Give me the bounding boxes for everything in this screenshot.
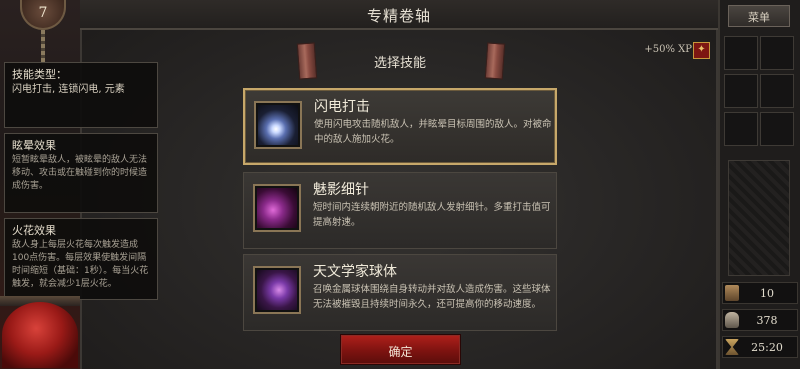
kill-counter: 378 <box>722 309 798 331</box>
gold-value: 10 <box>760 287 774 300</box>
health-orb-icon <box>2 302 78 368</box>
skill-type-panel: 技能类型： 闪电打击, 连锁闪电, 元素 <box>4 62 158 128</box>
inventory-slot[interactable] <box>724 74 758 108</box>
skill-type-title: 技能类型： <box>12 68 67 81</box>
spark-effect-panel: 火花效果 敌人身上每层火花每次触发造成100点伤害。每层效果使触发间隔时间缩短（… <box>4 218 158 300</box>
skill-name: 魅影细针 <box>313 182 369 198</box>
spark-effect-body: 敌人身上每层火花每次触发造成100点伤害。每层效果使触发间隔时间缩短（基础：1秒… <box>12 240 149 289</box>
equipment-panel <box>728 160 790 276</box>
xp-tome-icon[interactable]: ✦ <box>693 42 710 59</box>
skull-icon <box>725 312 739 328</box>
gold-counter: 10 <box>722 282 798 304</box>
skill-card-phantom-needles[interactable]: 魅影细针 短时间内连续朝附近的随机敌人发射细针。多重打击值可提高射速。 <box>243 172 557 249</box>
inventory-slot[interactable] <box>760 74 794 108</box>
astronomer-orb-icon <box>253 266 301 314</box>
gold-icon <box>725 285 739 301</box>
select-skill-heading: 选择技能 <box>373 56 426 71</box>
window-title: 专精卷轴 <box>366 7 431 25</box>
inventory-slot[interactable] <box>724 36 758 70</box>
inventory-slot[interactable] <box>760 112 794 146</box>
menu-button[interactable]: 菜单 <box>728 5 790 27</box>
xp-badge-glyph: ✦ <box>697 44 706 55</box>
player-level: 7 <box>38 5 48 21</box>
skill-description: 召唤金属球体围绕自身转动并对敌人造成伤害。这些球体无法被摧毁且持续时间永久，还可… <box>313 284 551 310</box>
stun-effect-panel: 眩晕效果 短暂眩晕敌人，被眩晕的敌人无法移动、攻击或在触碰到你的时候造成伤害。 <box>4 133 158 213</box>
skill-card-lightning-strike[interactable]: 闪电打击 使用闪电攻击随机敌人，并眩晕目标周围的敌人。对被命中的敌人施加火花。 <box>243 88 557 165</box>
phantom-needles-icon <box>253 184 301 232</box>
menu-label: 菜单 <box>748 11 770 24</box>
inventory-slot[interactable] <box>724 112 758 146</box>
stun-effect-body: 短暂眩晕敌人，被眩晕的敌人无法移动、攻击或在触碰到你的时候造成伤害。 <box>12 155 148 191</box>
timer-value: 25:20 <box>751 341 783 354</box>
skill-name: 天文学家球体 <box>313 264 397 280</box>
chain-decoration <box>41 30 45 65</box>
skill-description: 短时间内连续朝附近的随机敌人发射细针。多重打击值可提高射速。 <box>313 202 551 228</box>
skill-name: 闪电打击 <box>314 99 370 115</box>
skill-description: 使用闪电攻击随机敌人，并眩晕目标周围的敌人。对被命中的敌人施加火花。 <box>314 119 552 145</box>
skill-type-body: 闪电打击, 连锁闪电, 元素 <box>12 84 125 95</box>
skill-card-astronomer-orb[interactable]: 天文学家球体 召唤金属球体围绕自身转动并对敌人造成伤害。这些球体无法被摧毁且持续… <box>243 254 557 331</box>
kill-value: 378 <box>756 314 778 327</box>
timer-counter: 25:20 <box>722 336 798 358</box>
lightning-strike-icon <box>254 101 302 149</box>
spark-effect-title: 火花效果 <box>12 224 56 237</box>
title-bar: 专精卷轴 <box>80 0 718 30</box>
hourglass-icon <box>725 339 739 355</box>
scroll-right-icon <box>484 42 506 80</box>
scroll-left-icon <box>296 42 318 80</box>
stun-effect-title: 眩晕效果 <box>12 139 56 152</box>
xp-bonus-label: +50% XP <box>644 44 692 55</box>
inventory-slot[interactable] <box>760 36 794 70</box>
confirm-label: 确定 <box>388 345 413 359</box>
confirm-button[interactable]: 确定 <box>340 334 461 365</box>
